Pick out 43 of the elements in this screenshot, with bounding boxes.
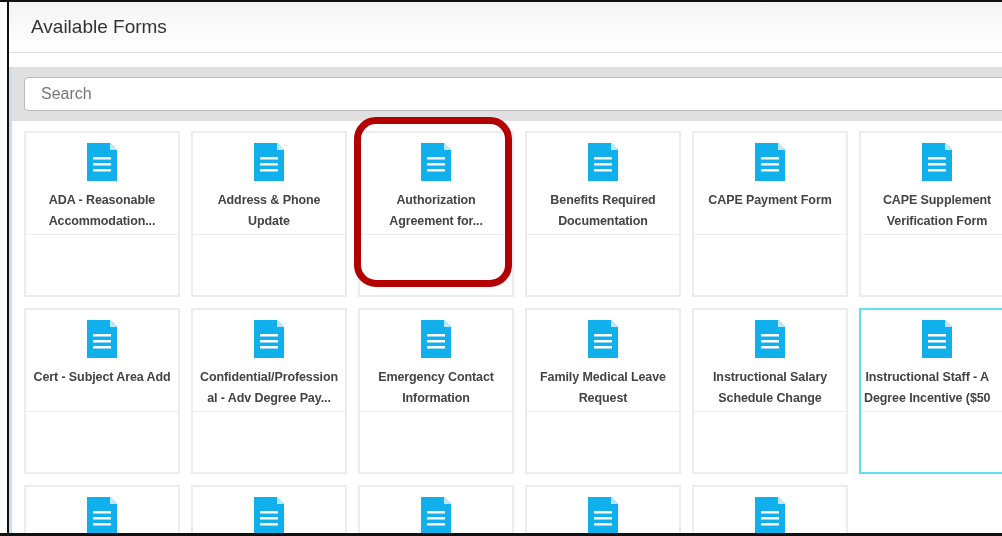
form-title: Instructional Staff - A Degree Incentive ($50 xyxy=(863,369,991,407)
document-icon xyxy=(588,320,618,358)
form-card[interactable]: Confidential/Profession al - Adv Degree Pay... xyxy=(191,308,347,474)
document-icon xyxy=(588,497,618,533)
form-card[interactable]: Authorization Agreement for... xyxy=(358,131,514,297)
document-icon xyxy=(755,320,785,358)
form-card[interactable]: Benefits Required Documentation xyxy=(525,131,681,297)
document-icon xyxy=(254,320,284,358)
document-icon xyxy=(421,143,451,181)
document-icon xyxy=(421,320,451,358)
form-title: Address & Phone Update xyxy=(217,192,321,230)
form-card[interactable]: Emergency Contact Information xyxy=(358,308,514,474)
document-icon xyxy=(922,143,952,181)
document-icon xyxy=(254,143,284,181)
search-field[interactable]: Search xyxy=(24,77,1002,111)
form-title: CAPE Supplement Verification Form xyxy=(882,192,992,230)
document-icon xyxy=(922,320,952,358)
form-card[interactable]: Address & Phone Update xyxy=(191,131,347,297)
document-icon xyxy=(755,143,785,181)
document-icon xyxy=(254,497,284,533)
form-title: Cert - Subject Area Add xyxy=(33,369,171,386)
document-icon xyxy=(421,497,451,533)
form-card[interactable]: CAPE Payment Form xyxy=(692,131,848,297)
form-card[interactable]: Family Medical Leave Request xyxy=(525,308,681,474)
form-card[interactable]: Cert - Subject Area Add xyxy=(24,308,180,474)
document-icon xyxy=(755,497,785,533)
form-title: Authorization Agreement for... xyxy=(389,192,483,230)
form-title: CAPE Payment Form xyxy=(708,192,832,209)
form-title: Family Medical Leave Request xyxy=(540,369,666,407)
form-title: Confidential/Profession al - Adv Degree Pay... xyxy=(200,369,338,407)
document-icon xyxy=(87,320,117,358)
form-title: Instructional Salary Schedule Change xyxy=(713,369,827,407)
page-title: Available Forms xyxy=(31,16,167,38)
document-icon xyxy=(87,143,117,181)
form-title: Benefits Required Documentation xyxy=(550,192,656,230)
form-title: ADA - Reasonable Accommodation... xyxy=(48,192,156,230)
form-card[interactable]: ADA - Reasonable Accommodation... xyxy=(24,131,180,297)
document-icon xyxy=(87,497,117,533)
form-card[interactable]: Instructional Staff - A Degree Incentive ($50 xyxy=(859,308,1002,474)
form-title: Emergency Contact Information xyxy=(378,369,494,407)
document-icon xyxy=(588,143,618,181)
form-card[interactable]: Instructional Salary Schedule Change xyxy=(692,308,848,474)
form-card[interactable]: CAPE Supplement Verification Form xyxy=(859,131,1002,297)
